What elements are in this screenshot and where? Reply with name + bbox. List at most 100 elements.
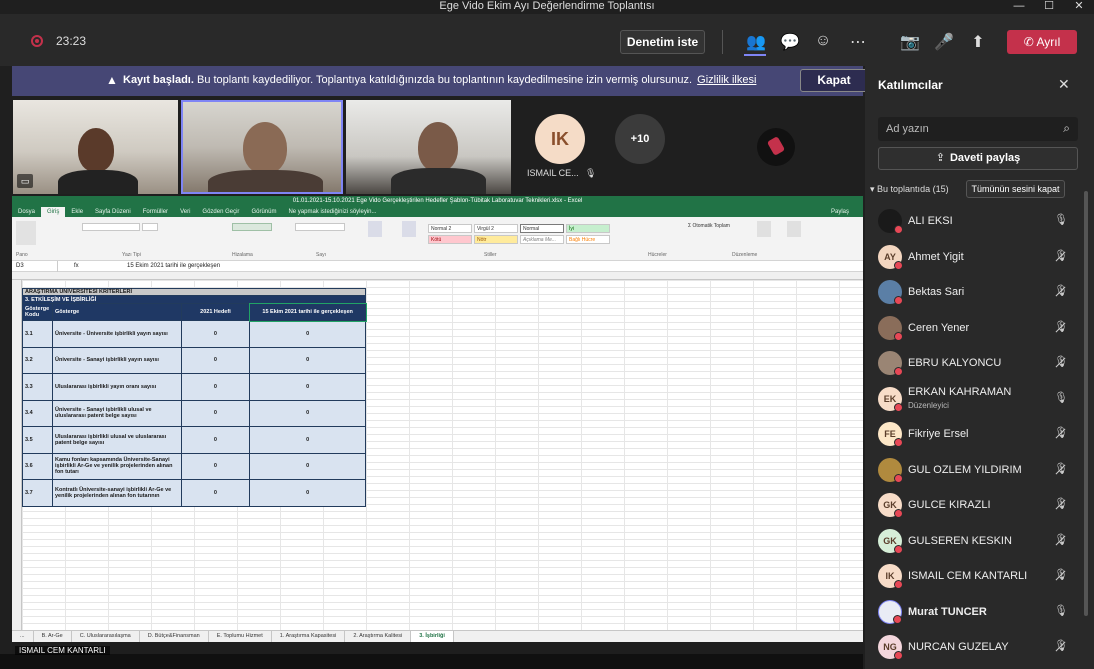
style-notr[interactable]: Nötr xyxy=(474,235,518,244)
find-select-icon[interactable] xyxy=(787,221,801,237)
table-cell[interactable]: 0 xyxy=(249,320,366,348)
participant-row[interactable]: FE Fikriye Ersel 🎙 xyxy=(865,416,1083,452)
tab-dosya[interactable]: Dosya xyxy=(12,207,41,217)
tab-giris[interactable]: Giriş xyxy=(41,207,66,217)
mic-muted-icon[interactable]: 🎙 xyxy=(1054,249,1068,262)
video-tile[interactable] xyxy=(346,100,511,194)
conditional-format-icon[interactable] xyxy=(368,221,382,237)
column-header[interactable]: Gösterge Kodu xyxy=(22,303,53,321)
mic-icon[interactable]: 🎤 xyxy=(934,32,954,52)
camera-off-icon[interactable]: 📷 xyxy=(900,32,920,52)
style-normal-2[interactable]: Normal 2 xyxy=(428,224,472,233)
font-name-box[interactable] xyxy=(82,223,140,231)
participant-row[interactable]: Bektas Sari 🎙 xyxy=(865,274,1083,310)
mic-icon[interactable]: 🎙 xyxy=(1054,391,1068,404)
share-icon[interactable]: ⬆ xyxy=(968,32,988,52)
participant-row[interactable]: GK GULCE KIRAZLI 🎙 xyxy=(865,487,1083,523)
font-size-box[interactable] xyxy=(142,223,158,231)
table-cell[interactable]: 3.7 xyxy=(22,479,53,507)
avatar-logo[interactable] xyxy=(757,128,795,166)
formula-input[interactable]: 15 Ekim 2021 tarihi ile gerçekleşen xyxy=(127,261,220,272)
style-iyi[interactable]: İyi xyxy=(566,224,610,233)
table-cell[interactable]: Kontratlı Üniversite-sanayi işbirlikli A… xyxy=(51,479,182,507)
tab-gorunum[interactable]: Görünüm xyxy=(245,207,282,217)
sheet-tab[interactable]: E. Toplumu Hizmet xyxy=(209,631,272,642)
in-meeting-toggle[interactable]: ▾ Bu toplantıda (15) xyxy=(870,184,949,195)
scrollbar[interactable] xyxy=(1084,191,1088,616)
name-box[interactable]: D3 xyxy=(16,261,58,272)
share-button[interactable]: Paylaş xyxy=(825,207,855,217)
participant-row[interactable]: EK ERKAN KAHRAMAN Düzenleyici 🎙 xyxy=(865,381,1083,417)
sheet-tab[interactable]: 1. Araştırma Kapasitesi xyxy=(272,631,346,642)
participant-row[interactable]: EBRU KALYONCU 🎙 xyxy=(865,345,1083,381)
table-cell[interactable]: 0 xyxy=(249,452,366,480)
table-cell[interactable]: 0 xyxy=(180,479,251,507)
table-cell[interactable]: 0 xyxy=(180,399,251,427)
share-invite-button[interactable]: ⇪ Daveti paylaş xyxy=(878,147,1078,170)
table-cell[interactable]: 0 xyxy=(180,426,251,454)
format-table-icon[interactable] xyxy=(402,221,416,237)
leave-button[interactable]: ✆ Ayrıl xyxy=(1007,30,1077,54)
table-cell[interactable]: 0 xyxy=(180,346,251,374)
table-cell[interactable]: 0 xyxy=(180,373,251,401)
mic-muted-icon[interactable]: 🎙 xyxy=(1054,284,1068,297)
table-cell[interactable]: 3.4 xyxy=(22,399,53,427)
mic-muted-icon[interactable]: 🎙 xyxy=(1054,639,1068,652)
close-icon[interactable]: ✕ xyxy=(1058,76,1070,93)
reactions-icon[interactable]: ☺ xyxy=(813,32,833,50)
mic-muted-icon[interactable]: 🎙 xyxy=(1054,533,1068,546)
more-icon[interactable]: ⋯ xyxy=(848,32,868,52)
mic-icon[interactable]: 🎙 xyxy=(1054,604,1068,617)
mic-muted-icon[interactable]: 🎙 xyxy=(1054,426,1068,439)
participant-row[interactable]: Murat TUNCER 🎙 xyxy=(865,594,1083,630)
table-cell[interactable]: Uluslararası işbirlikli yayın oranı sayı… xyxy=(51,373,182,401)
column-header[interactable]: Gösterge xyxy=(51,303,182,321)
table-cell[interactable]: 3.3 xyxy=(22,373,53,401)
cells-group[interactable] xyxy=(634,221,678,237)
table-cell[interactable]: 0 xyxy=(249,479,366,507)
participant-row[interactable]: ALI EKSI 🎙 xyxy=(865,203,1083,239)
table-cell[interactable]: Kamu fonları kapsamında Üniversite-Sanay… xyxy=(51,452,182,480)
autosum-button[interactable]: Σ Otomatik Toplam xyxy=(688,223,748,239)
table-cell[interactable]: Uluslararası işbirlikli ulusal ve ulusla… xyxy=(51,426,182,454)
request-control-button[interactable]: Denetim iste xyxy=(620,30,705,54)
minimize-button[interactable]: — xyxy=(1004,0,1034,14)
table-cell[interactable]: 0 xyxy=(249,373,366,401)
search-icon[interactable]: ⌕ xyxy=(1063,121,1070,136)
table-cell[interactable]: 3.2 xyxy=(22,346,53,374)
participant-row[interactable]: IK ISMAIL CEM KANTARLI 🎙 xyxy=(865,558,1083,594)
participant-row[interactable]: GUL OZLEM YILDIRIM 🎙 xyxy=(865,452,1083,488)
mic-muted-icon[interactable]: 🎙 xyxy=(1054,497,1068,510)
wrap-text-button[interactable] xyxy=(232,223,272,231)
table-cell[interactable]: 3.1 xyxy=(22,320,53,348)
people-icon[interactable]: 👥 xyxy=(746,32,766,52)
maximize-button[interactable]: ☐ xyxy=(1034,0,1064,14)
participant-row[interactable]: GK GULSEREN KESKIN 🎙 xyxy=(865,523,1083,559)
privacy-policy-link[interactable]: Gizlilik ilkesi xyxy=(697,74,756,86)
participant-row[interactable]: Ceren Yener 🎙 xyxy=(865,310,1083,346)
mic-icon[interactable]: 🎙 xyxy=(1054,213,1068,226)
video-tile-active-speaker[interactable] xyxy=(181,100,343,194)
chat-icon[interactable]: 💬 xyxy=(780,32,800,52)
avatar[interactable]: IK xyxy=(535,114,585,164)
mic-muted-icon[interactable]: 🎙 xyxy=(1054,462,1068,475)
mic-muted-icon[interactable]: 🎙 xyxy=(1054,568,1068,581)
table-cell[interactable]: 3.6 xyxy=(22,452,53,480)
style-kotu[interactable]: Kötü xyxy=(428,235,472,244)
sheet-tab-more[interactable]: ... xyxy=(12,631,34,642)
mute-all-button[interactable]: Tümünün sesini kapat xyxy=(966,180,1065,198)
column-header[interactable]: 2021 Hedefi xyxy=(180,303,251,321)
banner-close-button[interactable]: Kapat xyxy=(800,69,868,92)
table-cell[interactable]: Üniversite - Sanayi işbirlikli yayın say… xyxy=(51,346,182,374)
sheet-tab[interactable]: C. Uluslararasılaşma xyxy=(72,631,140,642)
sheet-tab-active[interactable]: 3. İşbirliği xyxy=(411,631,454,642)
tab-ekle[interactable]: Ekle xyxy=(65,207,89,217)
style-aciklama[interactable]: Açıklama Me... xyxy=(520,235,564,244)
tell-me-box[interactable]: Ne yapmak istediğinizi söyleyin... xyxy=(282,207,382,217)
mic-muted-icon[interactable]: 🎙 xyxy=(1054,355,1068,368)
style-bagli-hucre[interactable]: Bağlı Hücre xyxy=(566,235,610,244)
table-cell[interactable]: 0 xyxy=(180,452,251,480)
table-cell[interactable]: 3.5 xyxy=(22,426,53,454)
sheet-tab[interactable]: B. Ar-Ge xyxy=(34,631,72,642)
close-window-button[interactable]: ✕ xyxy=(1064,0,1094,14)
